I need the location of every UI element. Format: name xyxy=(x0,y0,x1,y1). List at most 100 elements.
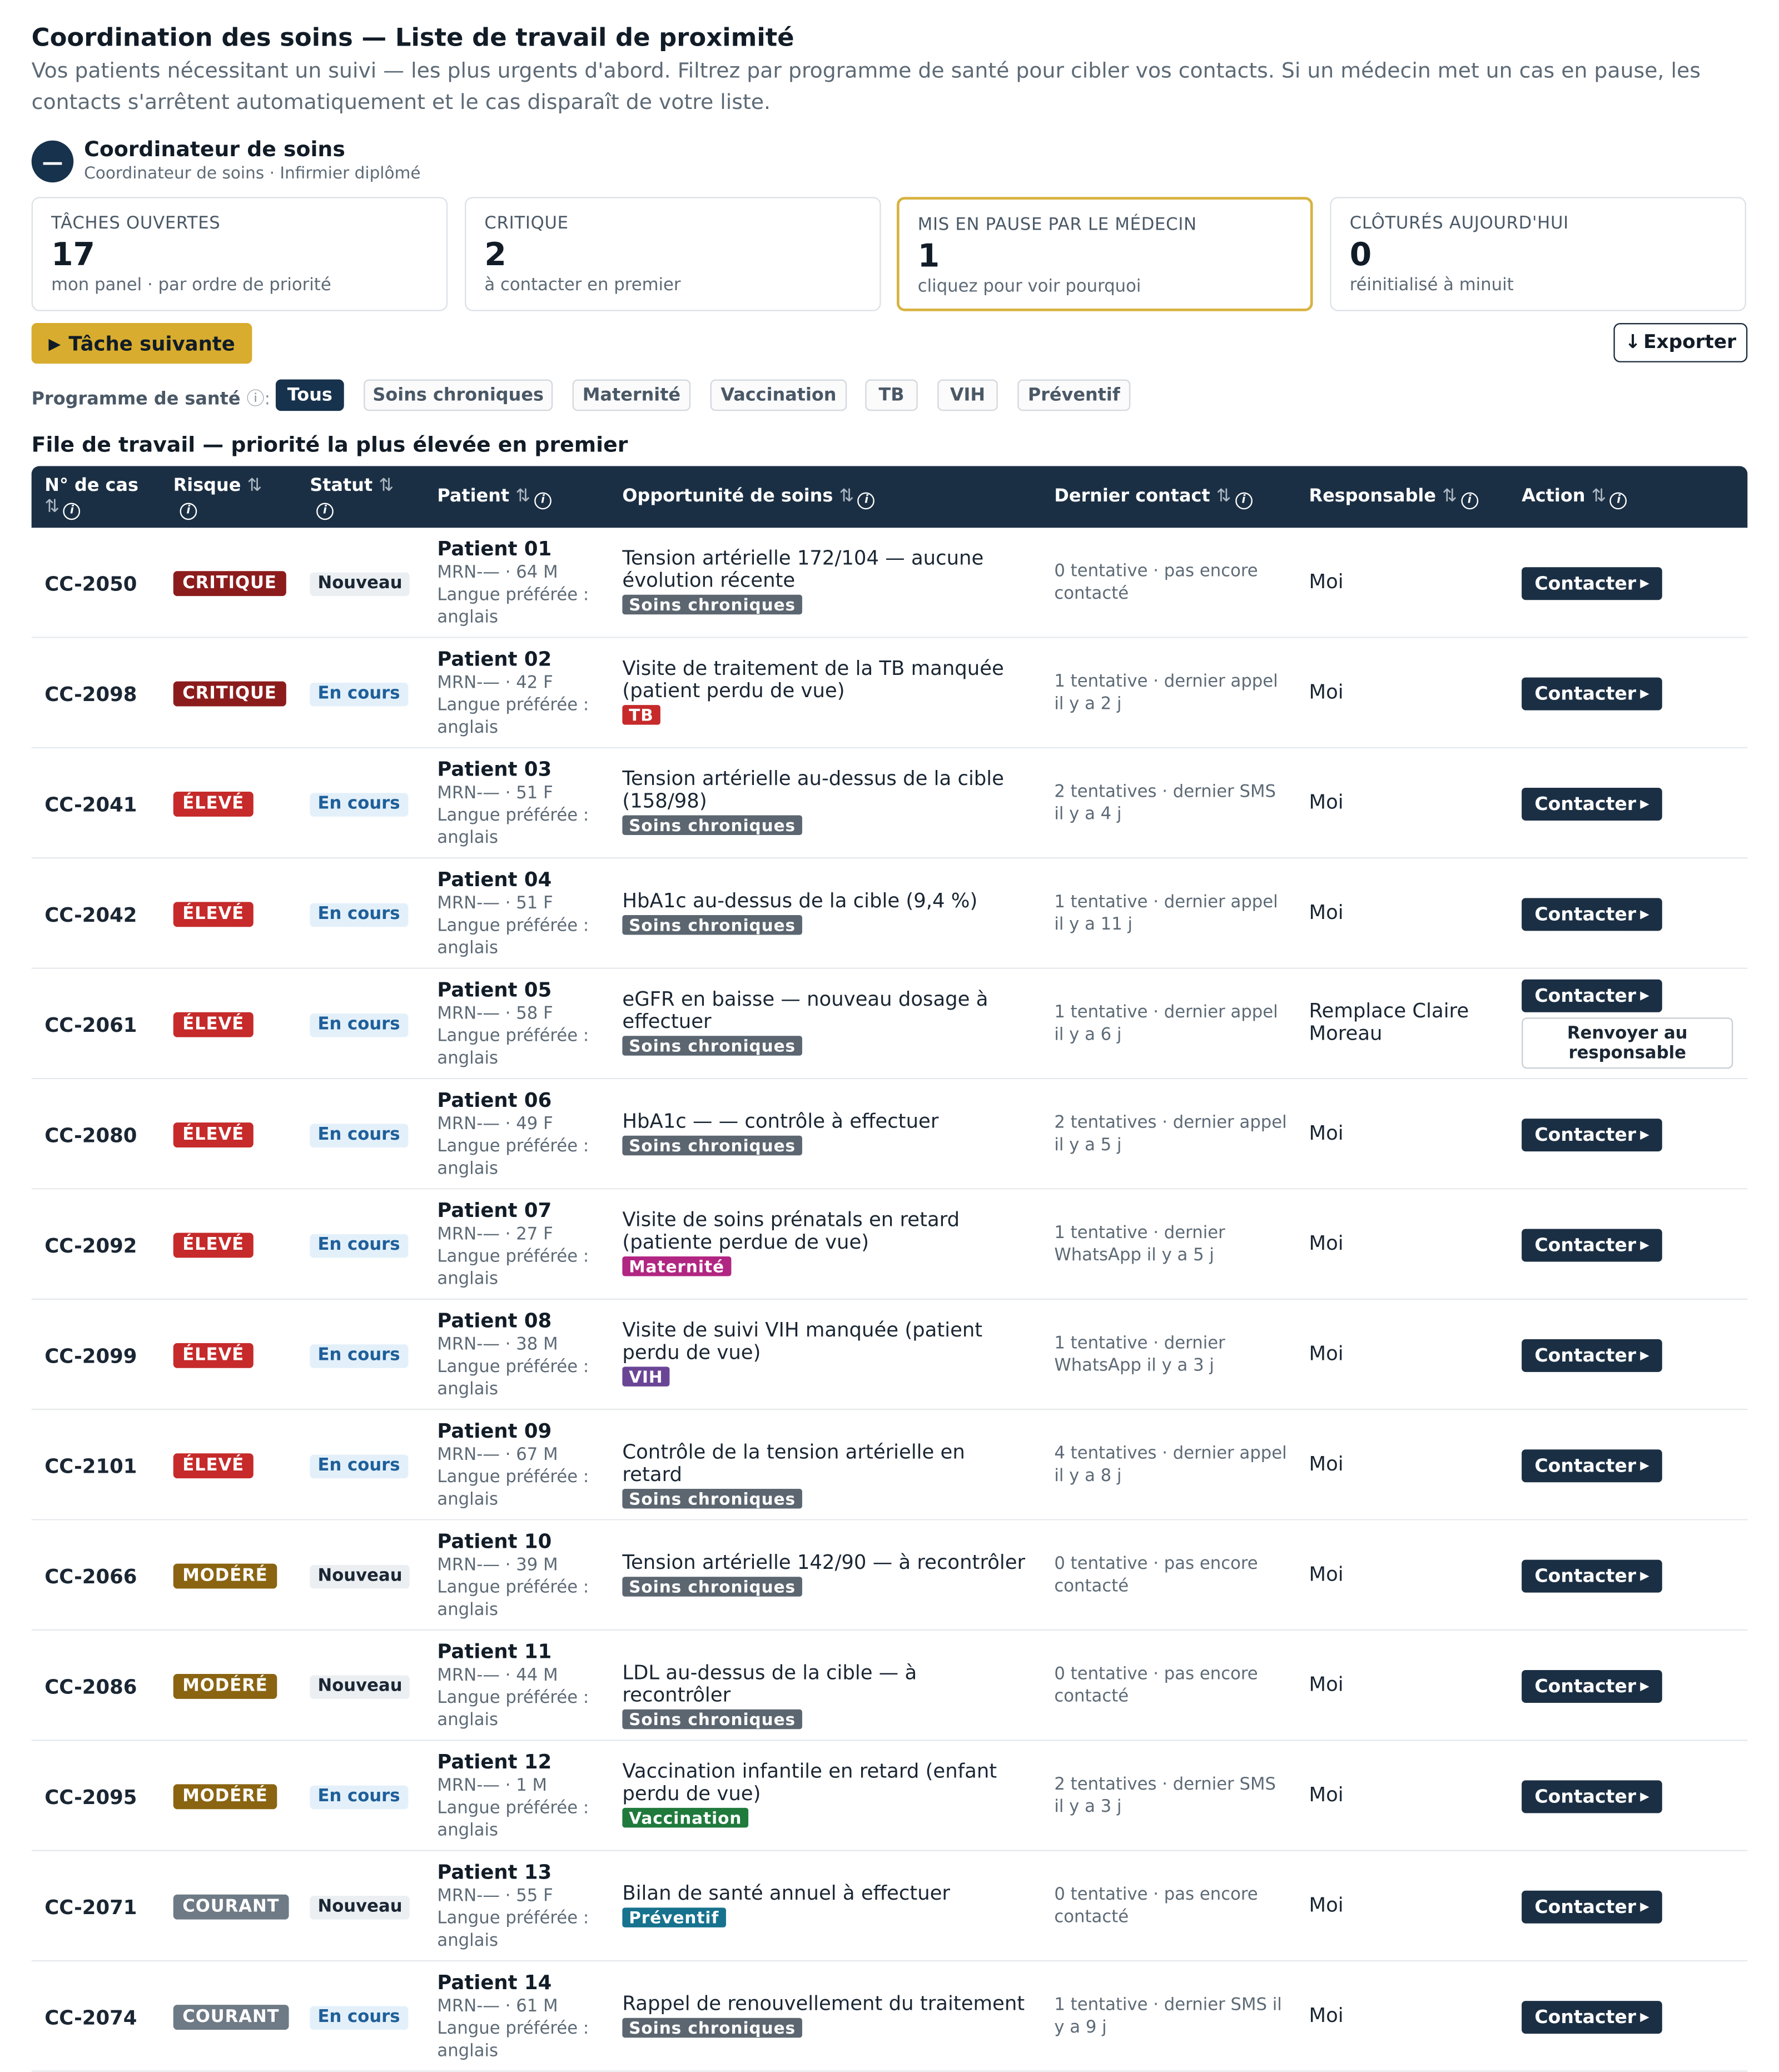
contact-button[interactable]: Contacter ▶ xyxy=(1522,1339,1662,1372)
case-number[interactable]: CC-2071 xyxy=(44,1896,137,1920)
avatar[interactable]: — xyxy=(31,140,74,183)
play-icon: ▶ xyxy=(48,334,61,353)
table-row[interactable]: CC-2101 ÉLEVÉ En cours Patient 09 MRN-— · 67… xyxy=(31,1410,1748,1521)
last-contact: 2 tentatives · dernier SMS il y a 3 j xyxy=(1054,1775,1276,1817)
column-header-risk[interactable]: Risque ⇅ i xyxy=(173,475,262,520)
patient-name[interactable]: Patient 04 xyxy=(437,868,551,892)
patient-name[interactable]: Patient 01 xyxy=(437,537,551,561)
table-row[interactable]: CC-2066 MODÉRÉ Nouveau Patient 10 MRN-— · 39… xyxy=(31,1520,1748,1631)
patient-name[interactable]: Patient 02 xyxy=(437,647,551,671)
risk-badge: CRITIQUE xyxy=(173,681,286,707)
column-header-status[interactable]: Statut ⇅ i xyxy=(310,475,394,520)
table-row[interactable]: CC-2041 ÉLEVÉ En cours Patient 03 MRN-— · 51… xyxy=(31,748,1748,859)
status-badge: Nouveau xyxy=(310,1675,410,1699)
contact-button[interactable]: Contacter ▶ xyxy=(1522,1449,1662,1483)
case-number[interactable]: CC-2098 xyxy=(44,683,137,707)
table-row[interactable]: CC-2080 ÉLEVÉ En cours Patient 06 MRN-— · 49… xyxy=(31,1079,1748,1190)
status-badge: Nouveau xyxy=(310,572,410,597)
table-row[interactable]: CC-2050 CRITIQUE Nouveau Patient 01 MRN-— · … xyxy=(31,528,1748,638)
filter-chip-soins-chroniques[interactable]: Soins chroniques xyxy=(364,379,553,411)
patient-name[interactable]: Patient 13 xyxy=(437,1860,551,1884)
stat-card-closed-today[interactable]: CLÔTURÉS AUJOURD'HUI 0 réinitialisé à mi… xyxy=(1330,197,1746,311)
case-number[interactable]: CC-2074 xyxy=(44,2006,137,2030)
sort-icon: ⇅ xyxy=(247,475,262,496)
contact-button[interactable]: Contacter ▶ xyxy=(1522,1119,1662,1152)
contact-button[interactable]: Contacter ▶ xyxy=(1522,567,1662,600)
patient-name[interactable]: Patient 03 xyxy=(437,758,551,782)
column-header-action[interactable]: Action ⇅ i xyxy=(1522,486,1628,510)
stat-card-paused[interactable]: MIS EN PAUSE PAR LE MÉDECIN 1 cliquez po… xyxy=(896,197,1313,311)
column-header-owner[interactable]: Responsable ⇅ i xyxy=(1309,486,1478,510)
column-header-patient[interactable]: Patient ⇅ i xyxy=(437,486,551,510)
info-icon[interactable]: ⓘ: xyxy=(247,389,271,410)
table-row[interactable]: CC-2074 COURANT En cours Patient 14 MRN-— · … xyxy=(31,1961,1748,2072)
patient-name[interactable]: Patient 14 xyxy=(437,1971,551,1995)
patient-language: Langue préférée : anglais xyxy=(437,695,589,738)
last-contact: 1 tentative · dernier WhatsApp il y a 5 … xyxy=(1054,1224,1225,1266)
table-row[interactable]: CC-2042 ÉLEVÉ En cours Patient 04 MRN-— · 51… xyxy=(31,858,1748,969)
column-header-last-contact[interactable]: Dernier contact ⇅ i xyxy=(1054,486,1253,510)
opportunity-text: Visite de traitement de la TB manquée (p… xyxy=(622,656,1004,703)
table-row[interactable]: CC-2086 MODÉRÉ Nouveau Patient 11 MRN-— · 44… xyxy=(31,1631,1748,1741)
next-task-button[interactable]: ▶ Tâche suivante xyxy=(31,322,252,364)
case-number[interactable]: CC-2099 xyxy=(44,1344,137,1368)
opportunity-text: Bilan de santé annuel à effectuer xyxy=(622,1881,951,1905)
case-number[interactable]: CC-2092 xyxy=(44,1234,137,1258)
patient-mrn-age: MRN-— · 64 M xyxy=(437,563,558,583)
case-number[interactable]: CC-2086 xyxy=(44,1675,137,1699)
case-number[interactable]: CC-2042 xyxy=(44,903,137,927)
export-button[interactable]: ↓ Exporter xyxy=(1613,322,1748,362)
sort-icon: ⇅ xyxy=(379,475,394,496)
risk-badge: ÉLEVÉ xyxy=(173,1343,254,1368)
risk-badge: ÉLEVÉ xyxy=(173,1012,254,1037)
contact-button[interactable]: Contacter ▶ xyxy=(1522,1559,1662,1593)
return-to-owner-button[interactable]: Renvoyer au responsable xyxy=(1522,1017,1733,1069)
program-tag: Soins chroniques xyxy=(622,815,802,835)
contact-button[interactable]: Contacter ▶ xyxy=(1522,1780,1662,1813)
table-row[interactable]: CC-2061 ÉLEVÉ En cours Patient 05 MRN-— · 58… xyxy=(31,968,1748,1080)
opportunity-text: Tension artérielle 172/104 — aucune évol… xyxy=(622,546,984,593)
table-row[interactable]: CC-2092 ÉLEVÉ En cours Patient 07 MRN-— · 27… xyxy=(31,1189,1748,1300)
contact-button[interactable]: Contacter ▶ xyxy=(1522,898,1662,931)
column-header-case[interactable]: N° de cas ⇅ i xyxy=(44,475,138,520)
stat-card-critical[interactable]: CRITIQUE 2 à contacter en premier xyxy=(465,197,881,311)
patient-name[interactable]: Patient 09 xyxy=(437,1419,551,1443)
patient-name[interactable]: Patient 08 xyxy=(437,1309,551,1333)
contact-button[interactable]: Contacter ▶ xyxy=(1522,1669,1662,1703)
filter-chip-vaccination[interactable]: Vaccination xyxy=(710,379,847,411)
case-number[interactable]: CC-2095 xyxy=(44,1786,137,1810)
stat-card-open-tasks[interactable]: TÂCHES OUVERTES 17 mon panel · par ordre… xyxy=(31,197,448,311)
contact-button[interactable]: Contacter ▶ xyxy=(1522,2001,1662,2034)
contact-button[interactable]: Contacter ▶ xyxy=(1522,677,1662,710)
contact-button[interactable]: Contacter ▶ xyxy=(1522,1229,1662,1262)
column-header-opportunity[interactable]: Opportunité de soins ⇅ i xyxy=(622,486,875,510)
patient-name[interactable]: Patient 05 xyxy=(437,978,551,1002)
table-row[interactable]: CC-2071 COURANT Nouveau Patient 13 MRN-— · 5… xyxy=(31,1851,1748,1962)
patient-meta: MRN-— · 1 M Langue préférée : anglais xyxy=(437,1775,608,1842)
table-row[interactable]: CC-2099 ÉLEVÉ En cours Patient 08 MRN-— · 38… xyxy=(31,1299,1748,1410)
case-number[interactable]: CC-2041 xyxy=(44,793,137,817)
case-number[interactable]: CC-2050 xyxy=(44,573,137,597)
case-number[interactable]: CC-2066 xyxy=(44,1565,137,1589)
filter-chip-preventif[interactable]: Préventif xyxy=(1017,379,1131,411)
patient-name[interactable]: Patient 11 xyxy=(437,1640,551,1664)
table-row[interactable]: CC-2095 MODÉRÉ En cours Patient 12 MRN-— · 1… xyxy=(31,1741,1748,1851)
filter-chip-vih[interactable]: VIH xyxy=(937,379,998,411)
contact-button[interactable]: Contacter ▶ xyxy=(1522,1890,1662,1924)
filter-chip-tb[interactable]: TB xyxy=(865,379,918,411)
filter-chip-maternite[interactable]: Maternité xyxy=(572,379,691,411)
patient-name[interactable]: Patient 12 xyxy=(437,1750,551,1774)
case-number[interactable]: CC-2061 xyxy=(44,1013,137,1037)
case-number[interactable]: CC-2101 xyxy=(44,1455,137,1479)
contact-button[interactable]: Contacter ▶ xyxy=(1522,787,1662,821)
patient-name[interactable]: Patient 06 xyxy=(437,1089,551,1112)
patient-name[interactable]: Patient 07 xyxy=(437,1199,551,1223)
patient-name[interactable]: Patient 10 xyxy=(437,1529,551,1553)
patient-mrn-age: MRN-— · 27 F xyxy=(437,1225,553,1245)
patient-language: Langue préférée : anglais xyxy=(437,1137,589,1179)
contact-button[interactable]: Contacter ▶ xyxy=(1522,979,1662,1012)
table-row[interactable]: CC-2098 CRITIQUE En cours Patient 02 MRN-— ·… xyxy=(31,638,1748,749)
stat-value: 1 xyxy=(917,237,940,275)
filter-chip-tous[interactable]: Tous xyxy=(275,379,344,411)
case-number[interactable]: CC-2080 xyxy=(44,1124,137,1148)
